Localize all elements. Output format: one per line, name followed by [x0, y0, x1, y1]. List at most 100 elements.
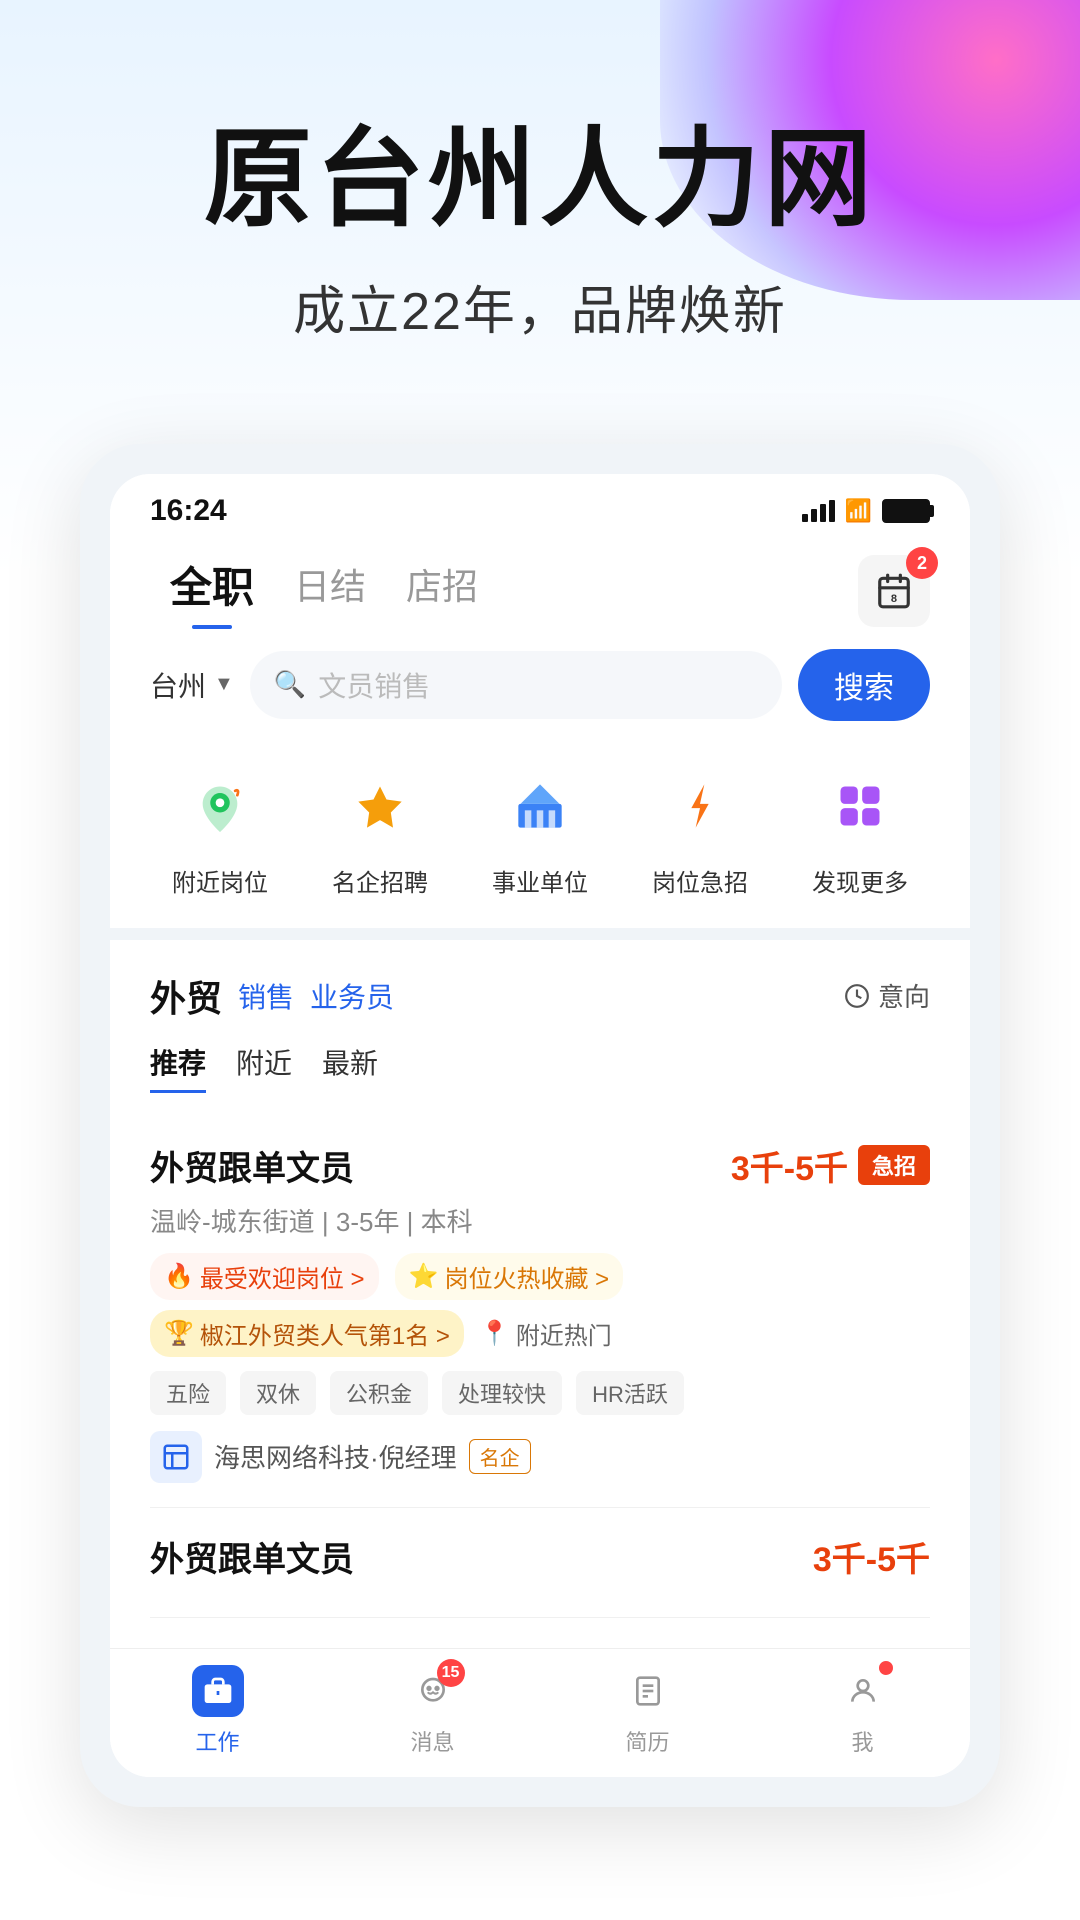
profile-dot: [879, 1661, 893, 1675]
company-name-1: 海思网络科技·倪经理: [214, 1438, 457, 1475]
job-salary-2: 3千-5千: [813, 1532, 930, 1581]
benefit-4: HR活跃: [576, 1371, 684, 1415]
company-logo-icon: [161, 1442, 191, 1472]
hot-tag-1[interactable]: 🔥 最受欢迎岗位 >: [150, 1253, 379, 1300]
resume-nav-label: 简历: [625, 1725, 669, 1757]
document-icon: [632, 1675, 664, 1707]
bottom-nav-messages[interactable]: 15 消息: [325, 1665, 540, 1757]
wifi-icon: 📶: [845, 498, 872, 524]
hero-title: 原台州人力网: [70, 120, 1010, 239]
intention-button[interactable]: 意向: [844, 977, 930, 1014]
work-icon: [192, 1665, 244, 1717]
search-placeholder: 文员销售: [318, 665, 430, 705]
quick-nav-urgent[interactable]: 岗位急招: [652, 761, 748, 898]
hero-subtitle: 成立22年，品牌焕新: [70, 269, 1010, 344]
intention-label: 意向: [878, 977, 930, 1014]
quick-nav-more[interactable]: 发现更多: [812, 761, 908, 898]
benefit-1: 双休: [240, 1371, 316, 1415]
calendar-icon: 8: [875, 572, 913, 610]
job-title-1: 外贸跟单文员: [150, 1141, 354, 1190]
jobs-tag-sales[interactable]: 销售: [238, 976, 294, 1016]
job-tags-row-1: 🔥 最受欢迎岗位 > ⭐ 岗位火热收藏 >: [150, 1253, 930, 1300]
status-icons: 📶: [802, 498, 930, 524]
pin-icon: 📍: [480, 1319, 510, 1348]
messages-icon: 15: [407, 1665, 459, 1717]
filter-recommended[interactable]: 推荐: [150, 1042, 206, 1093]
filter-tabs: 推荐 附近 最新: [150, 1042, 930, 1093]
jobs-tag-agent[interactable]: 业务员: [310, 976, 394, 1016]
fire-icon: 🔥: [164, 1262, 194, 1291]
jobs-section-title: 外贸: [150, 970, 222, 1022]
calendar-badge: 2: [906, 547, 938, 579]
tab-fulltime[interactable]: 全职: [150, 554, 274, 629]
company-row-1: 海思网络科技·倪经理 名企: [150, 1431, 930, 1483]
job-card-2[interactable]: 外贸跟单文员 3千-5千: [150, 1508, 930, 1618]
status-bar: 16:24 📶: [110, 474, 970, 538]
public-icon: [495, 761, 585, 851]
urgent-icon: [655, 761, 745, 851]
job-salary-1: 3千-5千 急招: [731, 1141, 930, 1190]
signal-icon: [802, 500, 835, 522]
bottom-nav-resume[interactable]: 简历: [540, 1665, 755, 1757]
tab-store[interactable]: 店招: [386, 558, 498, 624]
job-title-2: 外贸跟单文员: [150, 1532, 354, 1581]
star-tag-1[interactable]: ⭐ 岗位火热收藏 >: [395, 1253, 624, 1300]
job-card-top-1: 外贸跟单文员 3千-5千 急招: [150, 1141, 930, 1190]
profile-icon: [837, 1665, 889, 1717]
job-rank-row-1: 🏆 椒江外贸类人气第1名 > 📍 附近热门: [150, 1310, 930, 1357]
more-icon: [815, 761, 905, 851]
benefits-row-1: 五险 双休 公积金 处理较快 HR活跃: [150, 1371, 930, 1415]
public-label: 事业单位: [492, 863, 588, 898]
search-icon: 🔍: [274, 669, 306, 700]
messages-badge: 15: [437, 1659, 465, 1687]
job-card-top-2: 外贸跟单文员 3千-5千: [150, 1532, 930, 1581]
trophy-icon: 🏆: [164, 1319, 194, 1348]
jobs-section: 外贸 销售 业务员 意向 推荐 附近 最新: [110, 940, 970, 1648]
enterprise-icon: [335, 761, 425, 851]
search-button[interactable]: 搜索: [798, 649, 930, 721]
benefit-2: 公积金: [330, 1371, 428, 1415]
bottom-nav: 工作 15 消息: [110, 1648, 970, 1777]
quick-nav-public[interactable]: 事业单位: [492, 761, 588, 898]
star-icon: ⭐: [409, 1262, 439, 1291]
bottom-nav-profile[interactable]: 我: [755, 1665, 970, 1757]
filter-latest[interactable]: 最新: [322, 1042, 378, 1093]
work-nav-label: 工作: [195, 1725, 239, 1757]
search-input-wrap[interactable]: 🔍 文员销售: [250, 651, 782, 719]
svg-text:8: 8: [891, 593, 897, 605]
location-label: 台州: [150, 665, 206, 705]
quick-nav-nearby[interactable]: 附近岗位: [172, 761, 268, 898]
urgent-label: 岗位急招: [652, 863, 748, 898]
company-logo-1: [150, 1431, 202, 1483]
person-icon: [847, 1675, 879, 1707]
main-nav-tabs: 全职 日结 店招 8 2: [110, 538, 970, 629]
intention-icon: [844, 983, 870, 1009]
nearby-icon: [175, 761, 265, 851]
filter-nearby[interactable]: 附近: [236, 1042, 292, 1093]
bottom-nav-work[interactable]: 工作: [110, 1665, 325, 1757]
profile-nav-label: 我: [851, 1725, 873, 1757]
battery-icon: [882, 499, 930, 523]
rank-tag-1[interactable]: 🏆 椒江外贸类人气第1名 >: [150, 1310, 464, 1357]
search-row: 台州 ▼ 🔍 文员销售 搜索: [110, 629, 970, 741]
more-label: 发现更多: [812, 863, 908, 898]
benefit-3: 处理较快: [442, 1371, 562, 1415]
urgent-badge-1: 急招: [858, 1145, 930, 1185]
benefit-0: 五险: [150, 1371, 226, 1415]
resume-icon: [622, 1665, 674, 1717]
status-time: 16:24: [150, 494, 227, 528]
job-card-1[interactable]: 外贸跟单文员 3千-5千 急招 温岭-城东街道 | 3-5年 | 本科 🔥 最受…: [150, 1117, 930, 1508]
location-selector[interactable]: 台州 ▼: [150, 665, 234, 705]
nearby-label: 附近岗位: [172, 863, 268, 898]
messages-nav-label: 消息: [410, 1725, 454, 1757]
jobs-header: 外贸 销售 业务员 意向: [150, 970, 930, 1022]
calendar-button[interactable]: 8 2: [858, 555, 930, 627]
briefcase-icon: [202, 1675, 234, 1707]
quick-nav-enterprise[interactable]: 名企招聘: [332, 761, 428, 898]
chevron-down-icon: ▼: [214, 673, 234, 696]
enterprise-label: 名企招聘: [332, 863, 428, 898]
section-divider: [110, 928, 970, 940]
tab-daily[interactable]: 日结: [274, 558, 386, 624]
location-nearby-tag-1: 📍 附近热门: [480, 1316, 612, 1351]
quick-nav: 附近岗位 名企招聘: [110, 741, 970, 928]
